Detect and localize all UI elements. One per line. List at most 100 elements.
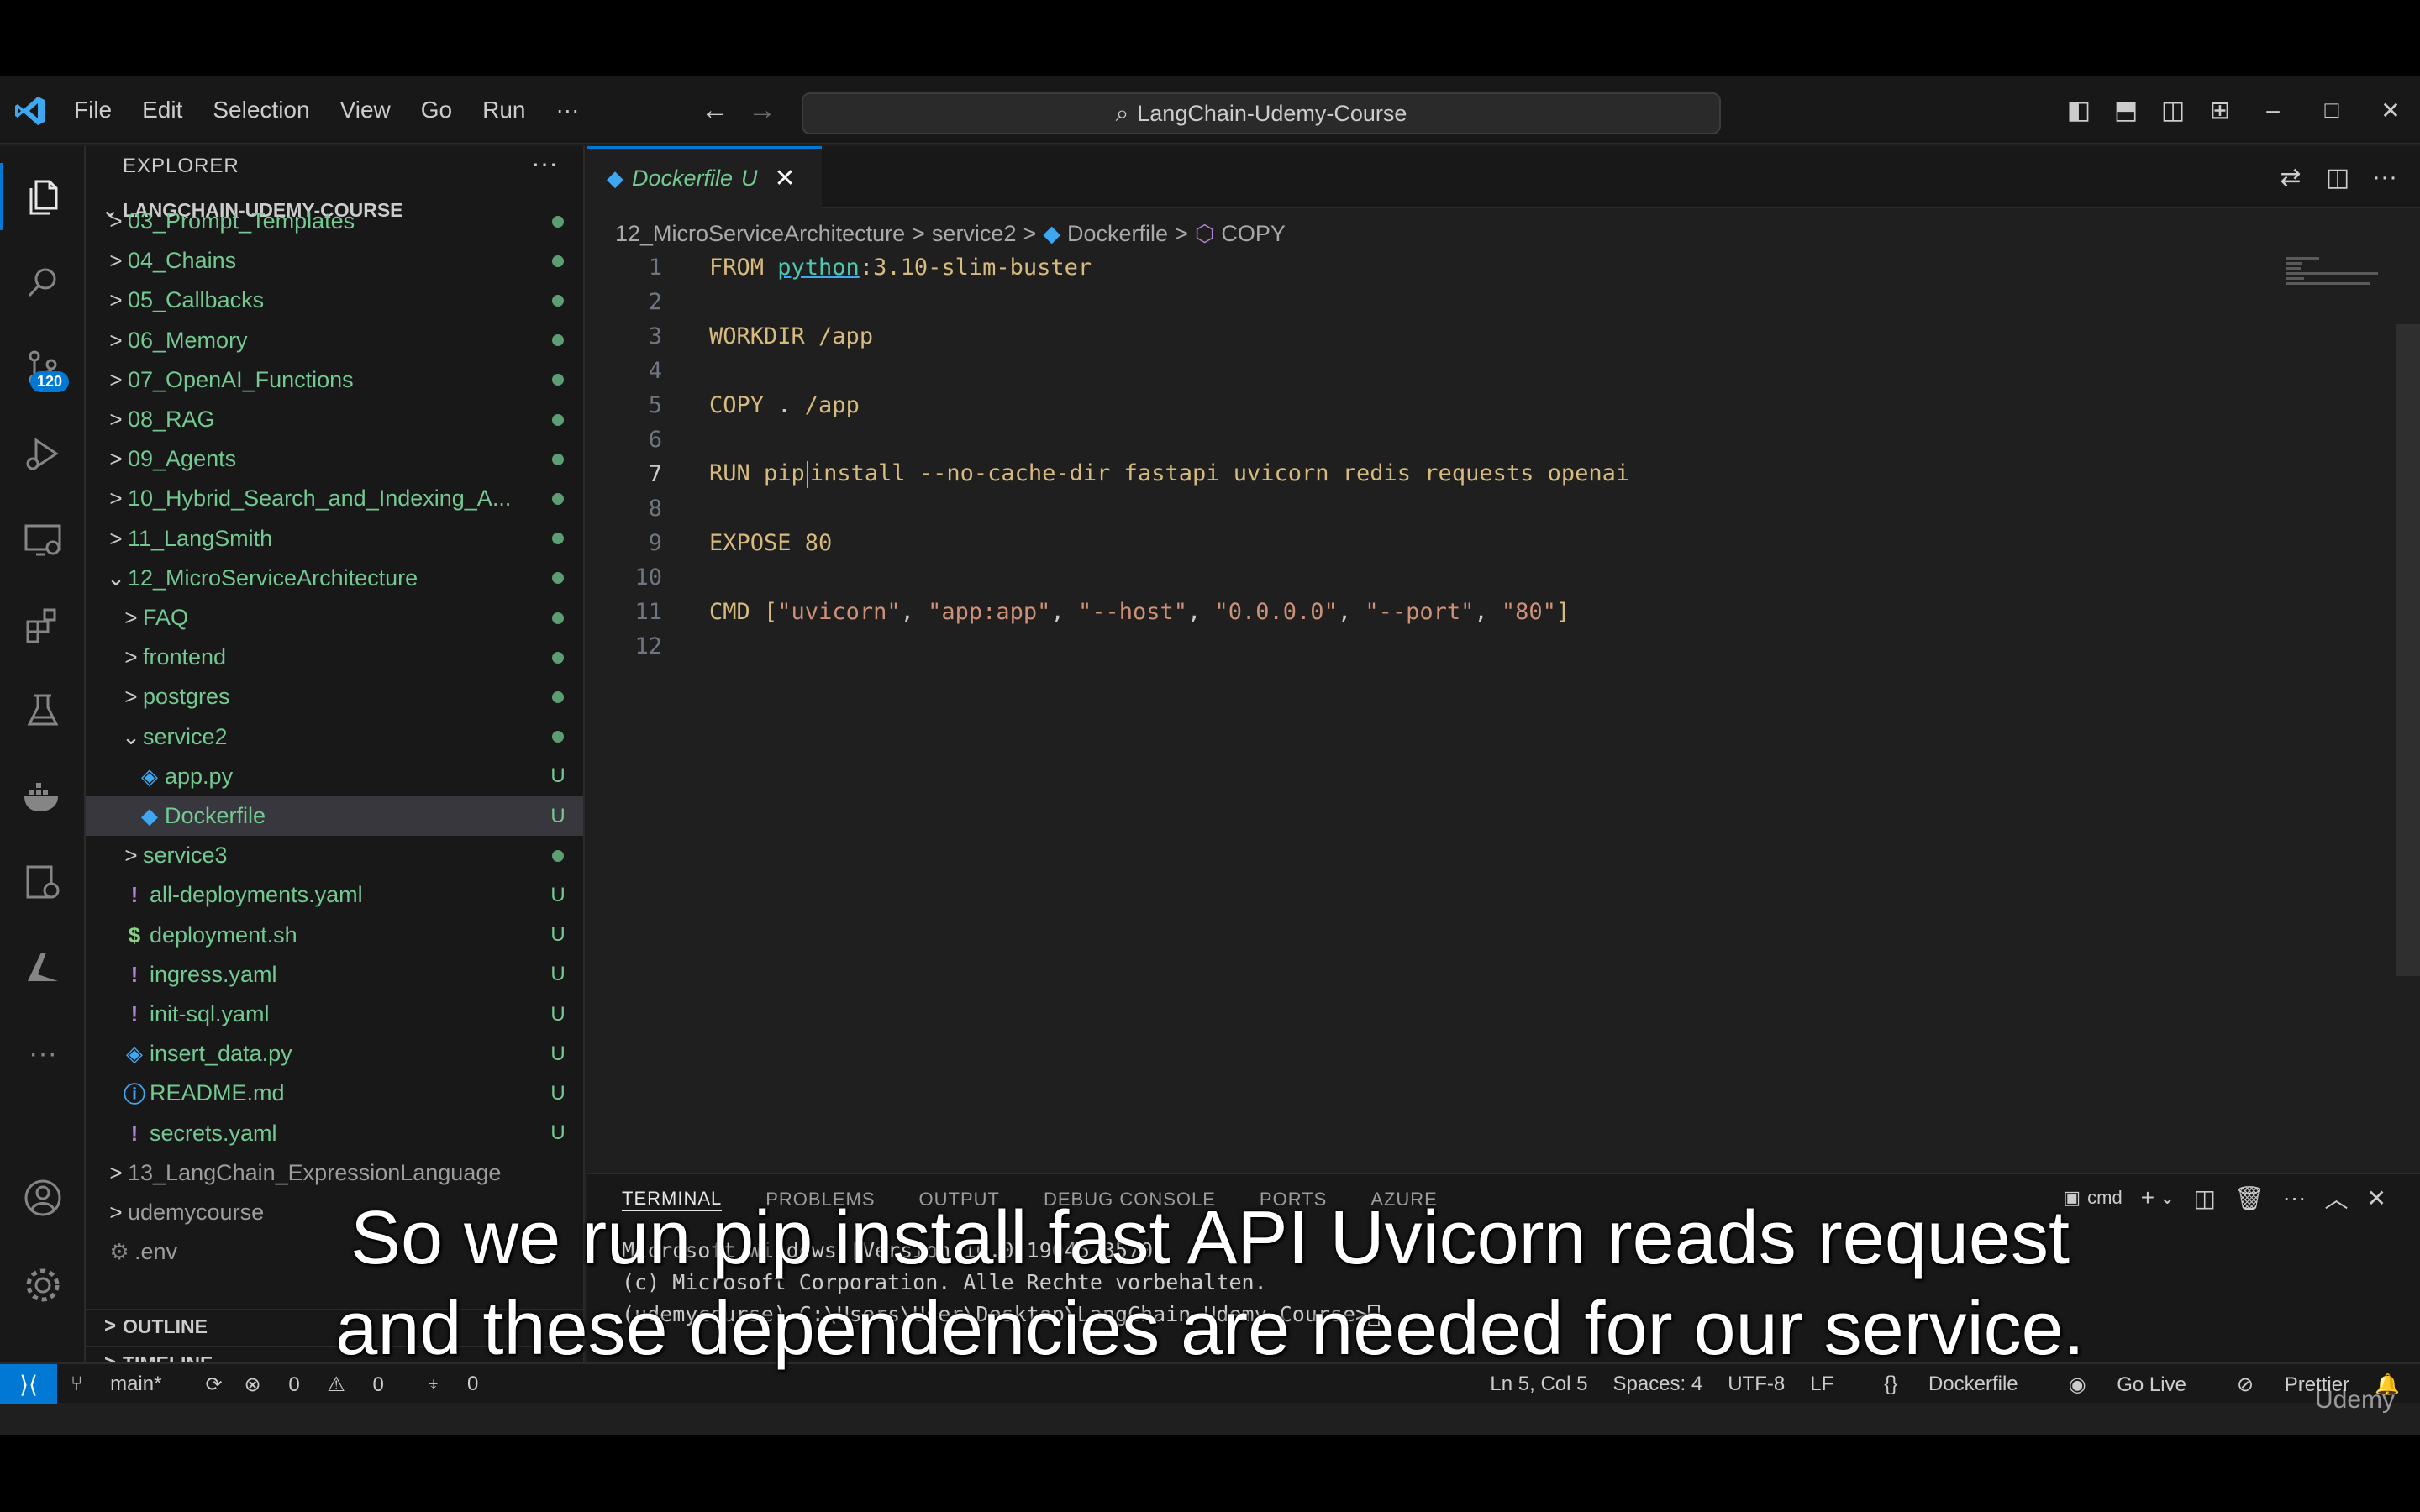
explorer-icon[interactable] [0, 163, 86, 230]
problems-item[interactable]: ⊗ 0 ⚠ 0 [245, 1373, 406, 1397]
tree-folder[interactable]: >08_RAG [86, 400, 583, 439]
broadcast-icon: ◉ [2068, 1373, 2092, 1396]
minimap[interactable] [2286, 257, 2386, 299]
docker-icon[interactable] [0, 763, 86, 830]
breadcrumb-symbol[interactable]: COPY [1221, 221, 1286, 247]
tree-folder[interactable]: >05_Callbacks [86, 281, 583, 320]
menu-run[interactable]: Run [467, 97, 540, 123]
tree-file[interactable]: ◈ insert_data.py U [86, 1034, 583, 1074]
tree-folder[interactable]: > postgres [86, 677, 583, 717]
menu-edit[interactable]: Edit [127, 97, 197, 123]
close-window-icon[interactable]: ✕ [2361, 97, 2420, 124]
tree-folder[interactable]: >11_LangSmith [86, 519, 583, 559]
menu-go[interactable]: Go [406, 97, 467, 123]
source-control-icon[interactable]: 120 [0, 334, 86, 402]
tree-folder[interactable]: > FAQ [86, 598, 583, 638]
title-bar-controls: ◧ ⬒ ◫ ⊞ – □ ✕ [2055, 76, 2420, 144]
run-debug-icon[interactable] [0, 420, 86, 487]
extensions-icon[interactable] [0, 591, 86, 659]
toggle-primary-sidebar-icon[interactable]: ◧ [2055, 96, 2102, 125]
broadcast-icon: ⍖ [427, 1373, 445, 1395]
split-editor-icon[interactable]: ◫ [2314, 163, 2361, 192]
tree-file[interactable]: ◆ Dockerfile U [86, 796, 583, 836]
breadcrumb-folder[interactable]: 12_MicroServiceArchitecture [615, 221, 905, 247]
tree-file[interactable]: ! secrets.yaml U [86, 1114, 583, 1153]
minimize-icon[interactable]: – [2244, 97, 2302, 123]
chevron-right-icon: > [1023, 220, 1037, 246]
tree-folder[interactable]: >13_LangChain_ExpressionLanguage [86, 1153, 583, 1193]
editor-more-icon[interactable]: ··· [2361, 163, 2408, 192]
tree-item-label: 03_Prompt_Templates [128, 208, 355, 234]
more-views-icon[interactable]: ··· [0, 1020, 86, 1087]
toggle-panel-icon[interactable]: ⬒ [2102, 96, 2149, 125]
code-line: 1 FROM python:3.10-slim-buster [587, 250, 2368, 285]
tree-file[interactable]: $ deployment.sh U [86, 916, 583, 955]
tab-dockerfile[interactable]: ◆ Dockerfile U ✕ [587, 146, 822, 208]
kubernetes-icon[interactable] [0, 848, 86, 916]
tree-folder[interactable]: >07_OpenAI_Functions [86, 360, 583, 400]
tree-folder[interactable]: >06_Memory [86, 321, 583, 360]
breadcrumb-file[interactable]: Dockerfile [1067, 221, 1168, 247]
tree-item-label: frontend [143, 644, 227, 670]
tree-folder[interactable]: >03_Prompt_Templates [86, 202, 583, 241]
chevron-right-icon: > [124, 684, 138, 710]
warning-icon: ⚠ [321, 1373, 351, 1396]
tree-file[interactable]: ! init-sql.yaml U [86, 995, 583, 1034]
chevron-right-icon: > [912, 220, 925, 246]
tree-file[interactable]: ⓘ README.md U [86, 1074, 583, 1113]
azure-icon[interactable] [0, 934, 86, 1001]
maximize-icon[interactable]: □ [2302, 97, 2361, 123]
yaml-file-icon: ! [130, 961, 139, 987]
go-live[interactable]: ◉ Go Live [2044, 1373, 2186, 1397]
tab-close-icon[interactable]: ✕ [775, 164, 796, 193]
docker-file-icon: ◆ [141, 803, 158, 828]
branch-item[interactable]: ⑂ main* [71, 1373, 183, 1396]
explorer-more-icon[interactable]: ··· [531, 148, 558, 179]
back-arrow-icon[interactable]: ← [701, 94, 729, 127]
code-token: CMD [709, 599, 765, 625]
testing-icon[interactable] [0, 677, 86, 744]
toggle-secondary-sidebar-icon[interactable]: ◫ [2149, 96, 2196, 125]
tree-folder[interactable]: ⌄ service2 [86, 717, 583, 757]
tree-folder[interactable]: >09_Agents [86, 439, 583, 479]
subtitle-line: So we run pip install fast API Uvicorn r… [350, 1196, 2070, 1280]
indentation[interactable]: Spaces: 4 [1612, 1373, 1702, 1396]
code-line: 4 [587, 354, 2368, 388]
search-text: LangChain-Udemy-Course [1137, 100, 1407, 126]
breadcrumb-subfolder[interactable]: service2 [932, 221, 1017, 247]
chevron-right-icon: > [109, 327, 123, 353]
tree-file[interactable]: ! ingress.yaml U [86, 955, 583, 995]
editor-scrollbar[interactable] [2396, 324, 2420, 976]
code-token: , [900, 599, 929, 625]
tree-folder[interactable]: > service3 [86, 836, 583, 875]
menu-selection[interactable]: Selection [197, 97, 324, 123]
encoding[interactable]: UTF-8 [1728, 1373, 1785, 1396]
tree-folder[interactable]: ⌄ 12_MicroServiceArchitecture [86, 559, 583, 598]
menu-file[interactable]: File [59, 97, 127, 123]
remote-explorer-icon[interactable] [0, 506, 86, 573]
explorer-title: EXPLORER [123, 155, 239, 177]
compare-changes-icon[interactable]: ⇄ [2267, 163, 2314, 192]
sync-icon[interactable]: ⟳ [205, 1373, 222, 1397]
command-center-search[interactable]: ⌕ LangChain-Udemy-Course [802, 92, 1721, 134]
cursor-position[interactable]: Ln 5, Col 5 [1490, 1373, 1587, 1396]
tree-folder[interactable]: > frontend [86, 638, 583, 677]
search-activity-icon[interactable] [0, 249, 86, 316]
chevron-right-icon: > [109, 407, 123, 432]
menu-view[interactable]: View [325, 97, 406, 123]
code-token: pip [764, 460, 805, 487]
menu-more[interactable]: ··· [540, 97, 594, 123]
language-mode[interactable]: {} Dockerfile [1859, 1373, 2018, 1396]
tree-file[interactable]: ! all-deployments.yaml U [86, 875, 583, 915]
customize-layout-icon[interactable]: ⊞ [2196, 96, 2244, 125]
ports-item[interactable]: ⍖ 0 [428, 1373, 500, 1396]
tree-folder[interactable]: >04_Chains [86, 241, 583, 281]
code-editor[interactable]: 1 FROM python:3.10-slim-buster 2 3 WORKDIR /… [587, 250, 2368, 664]
code-line: 5 COPY . /app [587, 388, 2368, 423]
tree-file[interactable]: ◈ app.py U [86, 757, 583, 796]
code-line: 2 [587, 285, 2368, 319]
forward-arrow-icon[interactable]: → [748, 94, 776, 127]
code-token: "app:app" [928, 599, 1051, 625]
end-of-line[interactable]: LF [1810, 1373, 1833, 1396]
tree-folder[interactable]: >10_Hybrid_Search_and_Indexing_A... [86, 479, 583, 518]
